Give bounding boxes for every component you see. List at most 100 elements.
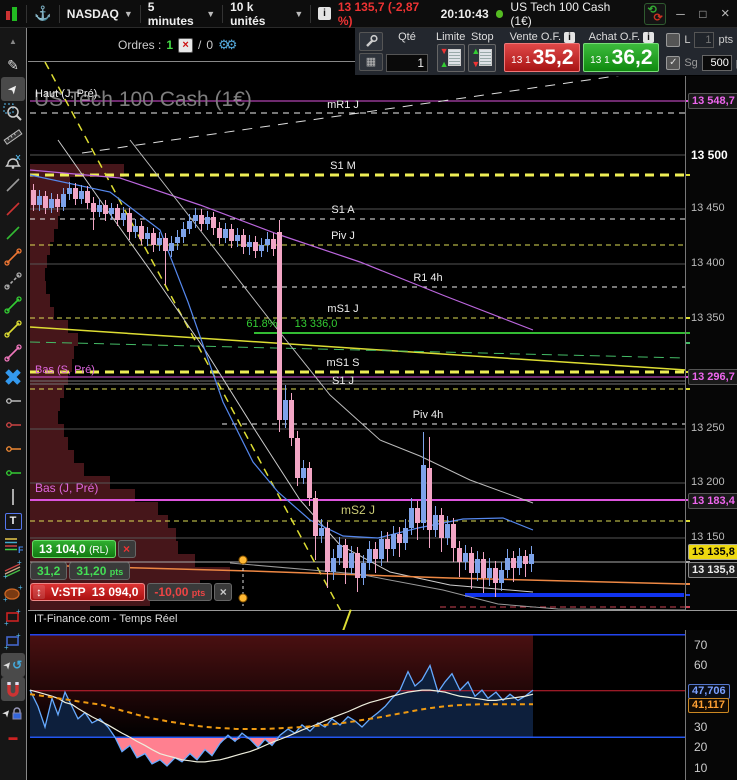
instrument-dropdown[interactable]: NASDAQ ▼	[67, 7, 133, 21]
candle-body	[85, 191, 90, 203]
volume-profile-bar	[30, 411, 58, 424]
cancel-orders-icon[interactable]: ×	[178, 37, 194, 53]
candle-body	[175, 237, 180, 243]
hline-red-partial-icon[interactable]: ▬	[1, 725, 25, 749]
indicator-canvas[interactable]	[28, 630, 686, 780]
candle-body	[349, 553, 354, 568]
scroll-up-icon[interactable]: ▲	[1, 29, 25, 53]
chart-label: S1 A	[331, 204, 355, 216]
close-button[interactable]: ×	[718, 5, 733, 22]
position-entry-row: 13 104,0 (RL) ×	[32, 540, 136, 558]
order-bar: Ordres : 1 × / 0 ⚙⚙ ▦ Qté 1 Limite ▼ ▲ S…	[28, 28, 737, 76]
sell-button[interactable]: 13 1 35,2	[504, 43, 581, 72]
orders-label: Ordres :	[118, 38, 162, 52]
info-icon[interactable]: i	[318, 7, 331, 20]
stop-order-button[interactable]: ▲ ▼	[468, 44, 497, 72]
close-position-button[interactable]: ×	[117, 540, 136, 558]
segment-orange-icon[interactable]	[1, 245, 25, 269]
chart-label: 13 336,0	[295, 318, 338, 330]
candle-body	[151, 233, 156, 245]
keyboard-icon[interactable]: ▦	[359, 52, 383, 71]
order-drag-dot[interactable]	[238, 593, 248, 603]
pointer-tool-icon[interactable]: ➤	[1, 77, 25, 101]
candle-body	[331, 558, 336, 572]
limit-order-button[interactable]: ▼ ▲	[436, 44, 465, 72]
units-dropdown[interactable]: 10 k unités ▼	[230, 0, 303, 28]
channel-tool-icon[interactable]: + +	[1, 557, 25, 581]
alert-tool-icon[interactable]	[1, 149, 25, 173]
candle-body	[439, 515, 444, 538]
price-axis[interactable]: 13 548,7 13 500 13 450 13 400 13 350 13 296,7…	[685, 62, 737, 610]
trendline-red-icon[interactable]	[1, 197, 25, 221]
price-axis-label: 13 183,4	[688, 493, 737, 509]
drag-handle-icon[interactable]: ↕	[33, 585, 45, 599]
volume-profile-bar	[30, 229, 54, 242]
rect-red-tool-icon[interactable]: + +	[1, 605, 25, 629]
candle-body	[505, 558, 510, 570]
wrench-icon[interactable]	[359, 32, 383, 51]
maximize-button[interactable]: □	[695, 7, 710, 21]
main-chart-canvas[interactable]: US Tech 100 Cash (1€)Haut (J, Pré)mR1 JS…	[28, 62, 686, 610]
candle-body	[121, 213, 126, 220]
open-orders-count: 1	[166, 38, 174, 52]
hline-green-icon[interactable]	[1, 461, 25, 485]
l-points-input[interactable]	[694, 32, 715, 48]
segment-gray-icon[interactable]	[1, 269, 25, 293]
candle-body	[55, 199, 60, 207]
buy-price: 36,2	[611, 46, 653, 69]
volume-profile-bar	[30, 333, 78, 346]
svg-text:+: +	[3, 595, 8, 603]
timeframe-dropdown[interactable]: 5 minutes ▼	[148, 0, 215, 28]
volume-profile-bar	[30, 242, 50, 255]
orders-settings-icon[interactable]: ⚙⚙	[218, 37, 237, 53]
ellipse-tool-icon[interactable]: + +	[1, 581, 25, 605]
volume-profile-bar	[30, 385, 64, 398]
panel-separator: IT-Finance.com - Temps Réel	[28, 609, 737, 631]
magnet-tool-icon[interactable]	[1, 677, 25, 701]
order-drag-dot[interactable]	[238, 555, 248, 565]
qty-input[interactable]	[386, 54, 428, 72]
candle-body	[73, 188, 78, 199]
text-tool-icon[interactable]: T	[1, 509, 25, 533]
minimize-button[interactable]: ─	[673, 7, 688, 21]
trendline-green-icon[interactable]	[1, 221, 25, 245]
ruler-tool-icon[interactable]	[1, 125, 25, 149]
lock-pointer-icon[interactable]: ➤	[0, 701, 25, 725]
delete-cross-icon[interactable]	[1, 365, 25, 389]
stop-price: 13 094,0	[91, 585, 139, 599]
stop-order-badge[interactable]: ↕ V:STP 13 094,0	[30, 583, 146, 601]
sg-points-input[interactable]	[701, 55, 732, 71]
stop-order-row: ↕ V:STP 13 094,0 -10,00 pts ×	[30, 583, 233, 601]
candle-body	[511, 558, 516, 568]
sg-checkbox[interactable]: ✓	[666, 56, 681, 70]
sg-label: Sg	[684, 57, 698, 69]
candle-body	[457, 548, 462, 562]
buy-button[interactable]: 13 1 36,2	[583, 43, 660, 72]
undo-pointer-icon[interactable]: ➤ ↺	[1, 653, 25, 677]
rect-blue-tool-icon[interactable]: + +	[1, 629, 25, 653]
indicator-panel: 70 60 30 20 10 47,706 41,117	[28, 630, 737, 780]
position-entry-badge[interactable]: 13 104,0 (RL)	[32, 540, 116, 558]
limit-checkbox[interactable]	[666, 33, 681, 47]
indicator-axis[interactable]: 70 60 30 20 10 47,706 41,117	[685, 630, 737, 780]
hline-red-icon[interactable]	[1, 413, 25, 437]
buy-price-prefix: 13 1	[590, 55, 610, 66]
anchor-icon[interactable]: ⚓	[34, 5, 51, 22]
trendline-gray-icon[interactable]	[1, 173, 25, 197]
vline-icon[interactable]	[1, 485, 25, 509]
segment-yellow-icon[interactable]	[1, 317, 25, 341]
candle-body	[283, 400, 288, 420]
refresh-icon[interactable]: ⟲ ⟳	[644, 2, 666, 25]
zoom-tool-icon[interactable]	[1, 101, 25, 125]
candle-body	[265, 239, 270, 245]
pencil-tool-icon[interactable]: ✎	[1, 53, 25, 77]
segment-green-icon[interactable]	[1, 293, 25, 317]
segment-pink-icon[interactable]	[1, 341, 25, 365]
chart-type-icon[interactable]	[4, 5, 19, 23]
fibonacci-tool-icon[interactable]: F	[1, 533, 25, 557]
hline-orange-icon[interactable]	[1, 437, 25, 461]
candle-body	[37, 196, 42, 205]
hline-gray-icon[interactable]	[1, 389, 25, 413]
cancel-stop-button[interactable]: ×	[214, 583, 233, 601]
trade-panel: ▦ Qté Limite ▼ ▲ Stop	[355, 28, 737, 76]
